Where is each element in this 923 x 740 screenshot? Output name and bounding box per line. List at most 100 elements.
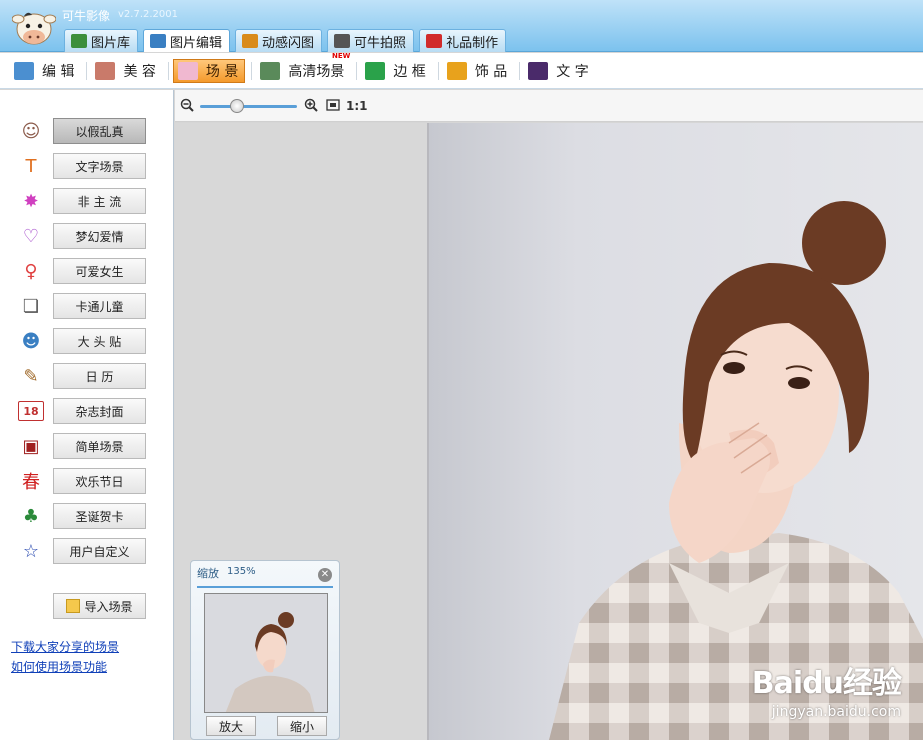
zoom-slider-thumb[interactable] xyxy=(229,99,244,113)
scene-category-item: ♣ 圣诞贺卡 xyxy=(0,501,174,531)
actual-size-button[interactable]: 1:1 xyxy=(346,99,368,113)
tab-label: 动感闪图 xyxy=(262,35,315,51)
scene-category-item: 18 杂志封面 xyxy=(0,396,174,426)
scene-category-button[interactable]: 大 头 贴 xyxy=(53,328,146,354)
gift-icon xyxy=(426,34,443,48)
main-tabs: 图片库 图片编辑 动感闪图 可牛拍照 礼品制作 xyxy=(64,29,507,52)
thumbnail-illustration xyxy=(205,594,327,712)
webcam-icon xyxy=(334,34,351,48)
fit-to-window-icon[interactable] xyxy=(326,98,340,116)
edit-picture-icon xyxy=(150,34,167,48)
toolbar-label: 边 框 xyxy=(393,63,426,80)
how-to-use-scenes-link[interactable]: 如何使用场景功能 xyxy=(11,658,107,675)
navigator-divider xyxy=(197,586,333,588)
baidu-jingyan-watermark: Baidu经验 jingyan.baidu.com xyxy=(751,658,902,720)
toolbar-frame-button[interactable]: 边 框 xyxy=(361,59,431,83)
text-scene-icon: T xyxy=(25,155,37,177)
scene-category-button[interactable]: 文字场景 xyxy=(53,153,146,179)
hd-scene-icon xyxy=(260,61,281,80)
import-folder-icon xyxy=(66,599,81,613)
calendar-18-icon: 18 xyxy=(18,401,44,421)
watermark-url: jingyan.baidu.com xyxy=(771,704,901,720)
portrait-photo xyxy=(427,123,923,740)
edit-toolbar: 编 辑 美 容 场 景 高清场景 边 框 饰 品 文 字 xyxy=(0,52,923,89)
christmas-tree-icon: ♣ xyxy=(22,505,40,527)
star-icon: ☆ xyxy=(22,540,40,562)
scene-category-button[interactable]: 简单场景 xyxy=(53,433,146,459)
ornament-icon xyxy=(446,61,467,80)
simple-frame-icon: ▣ xyxy=(22,435,40,457)
zoom-bar: 1:1 xyxy=(175,90,923,122)
title-bar: 可牛影像 v2.7.2.2001 图片库 图片编辑 动感闪图 可牛拍照 礼品制作 xyxy=(0,0,923,52)
toolbar-label: 高清场景 xyxy=(288,52,350,81)
scene-category-button[interactable]: 可爱女生 xyxy=(53,258,146,284)
toolbar-separator xyxy=(356,61,358,80)
download-shared-scenes-link[interactable]: 下载大家分享的场景 xyxy=(11,638,119,655)
toolbar-separator xyxy=(519,61,521,80)
toolbar-separator xyxy=(86,61,88,80)
toolbar-ornament-button[interactable]: 饰 品 xyxy=(443,59,513,83)
scene-sidebar: 导入场景 下载大家分享的场景 如何使用场景功能 ☺ 以假乱真 T 文字场景 ✸ 非 主 流… xyxy=(0,90,174,740)
scene-category-button[interactable]: 梦幻爱情 xyxy=(53,223,146,249)
zoom-in-icon[interactable] xyxy=(304,98,318,116)
navigator-zoom-value: 135% xyxy=(227,566,256,577)
heart-icon: ♡ xyxy=(22,225,40,247)
female-icon: ♀ xyxy=(24,260,38,282)
zoom-slider-track[interactable] xyxy=(200,105,297,108)
scene-category-item: ♀ 可爱女生 xyxy=(0,256,174,286)
flash-gif-icon xyxy=(242,34,259,48)
beauty-icon xyxy=(95,61,116,80)
tab-gift[interactable]: 礼品制作 xyxy=(419,29,507,52)
scene-category-item: 春欢乐节日 xyxy=(0,466,174,496)
import-scene-button[interactable]: 导入场景 xyxy=(53,593,146,619)
scene-category-button[interactable]: 以假乱真 xyxy=(53,118,146,144)
scene-category-item: ▣ 简单场景 xyxy=(0,431,174,461)
text-icon xyxy=(528,61,549,80)
toolbar-separator xyxy=(251,61,253,80)
tab-webcam[interactable]: 可牛拍照 xyxy=(327,29,415,52)
frame-icon xyxy=(365,61,386,80)
toolbar-label: 文 字 xyxy=(556,63,589,80)
dog-calendar-icon: ✎ xyxy=(23,365,39,387)
toolbar-scene-button[interactable]: 场 景 xyxy=(172,58,246,83)
toolbar-label: 编 辑 xyxy=(42,63,75,80)
gallery-icon xyxy=(71,34,87,48)
watermark-main: Baidu经验 xyxy=(751,666,902,701)
scene-category-item: ✎ 日 历 xyxy=(0,361,174,391)
navigator-thumbnail[interactable] xyxy=(204,593,328,713)
scene-category-button[interactable]: 非 主 流 xyxy=(53,188,146,214)
tab-label: 可牛拍照 xyxy=(354,35,407,51)
scene-category-item: ☻ 大 头 贴 xyxy=(0,326,174,356)
app-title: 可牛影像 xyxy=(62,9,111,23)
toolbar-label: 美 容 xyxy=(123,63,156,80)
tab-flash-gif[interactable]: 动感闪图 xyxy=(235,29,323,52)
edit-icon xyxy=(14,61,34,80)
sparkle-icon: ✸ xyxy=(23,190,39,212)
zoom-in-button[interactable]: 放大 xyxy=(206,716,256,736)
cow-logo-icon xyxy=(12,12,56,45)
toolbar-beauty-button[interactable]: 美 容 xyxy=(91,59,161,83)
toolbar-hd-scene-button[interactable]: 高清场景 xyxy=(256,52,350,83)
face-icon: ☺ xyxy=(21,120,41,142)
zoom-out-icon[interactable] xyxy=(180,98,194,116)
photo-sticker-icon: ☻ xyxy=(21,330,41,352)
scene-category-button[interactable]: 杂志封面 xyxy=(53,398,146,424)
scene-category-item: ❏ 卡通儿童 xyxy=(0,291,174,321)
scene-category-button[interactable]: 圣诞贺卡 xyxy=(53,503,146,529)
scene-category-item: ☆ 用户自定义 xyxy=(0,536,174,566)
scene-category-button[interactable]: 卡通儿童 xyxy=(53,293,146,319)
toolbar-text-button[interactable]: 文 字 xyxy=(524,59,594,83)
tab-edit-picture[interactable]: 图片编辑 xyxy=(143,29,231,52)
close-icon[interactable]: ✕ xyxy=(318,568,332,582)
scene-category-item: ✸ 非 主 流 xyxy=(0,186,174,216)
tab-gallery[interactable]: 图片库 xyxy=(64,29,139,52)
toolbar-separator xyxy=(167,61,169,80)
scene-category-button[interactable]: 日 历 xyxy=(53,363,146,389)
zoom-navigator-panel: 缩放 135% ✕ 放大 缩小 xyxy=(190,560,340,740)
tab-label: 图片库 xyxy=(91,35,131,51)
toolbar-separator xyxy=(437,61,439,80)
scene-category-button[interactable]: 欢乐节日 xyxy=(53,468,146,494)
scene-category-button[interactable]: 用户自定义 xyxy=(53,538,146,564)
zoom-out-button[interactable]: 缩小 xyxy=(277,716,327,736)
toolbar-edit-button[interactable]: 编 辑 xyxy=(10,59,80,83)
